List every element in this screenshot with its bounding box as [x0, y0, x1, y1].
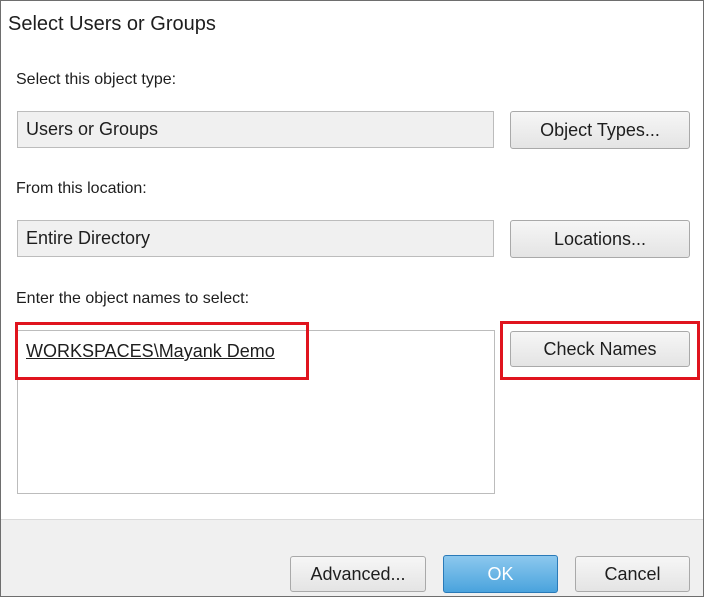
dialog-title: Select Users or Groups: [8, 13, 216, 35]
cancel-button[interactable]: Cancel: [575, 556, 690, 592]
advanced-button[interactable]: Advanced...: [290, 556, 426, 592]
dialog-footer: Advanced... OK Cancel: [1, 519, 703, 596]
object-type-field: Users or Groups: [17, 111, 494, 148]
locations-button[interactable]: Locations...: [510, 220, 690, 258]
object-names-input[interactable]: WORKSPACES\Mayank Demo: [17, 330, 495, 494]
object-names-label: Enter the object names to select:: [16, 290, 250, 307]
location-field: Entire Directory: [17, 220, 494, 257]
ok-button[interactable]: OK: [443, 555, 558, 593]
object-types-button[interactable]: Object Types...: [510, 111, 690, 149]
check-names-button[interactable]: Check Names: [510, 331, 690, 367]
object-type-label: Select this object type:: [16, 71, 177, 88]
resolved-name-entry[interactable]: WORKSPACES\Mayank Demo: [26, 341, 275, 362]
location-label: From this location:: [16, 180, 147, 197]
select-users-dialog: Select Users or Groups Select this objec…: [0, 0, 704, 597]
